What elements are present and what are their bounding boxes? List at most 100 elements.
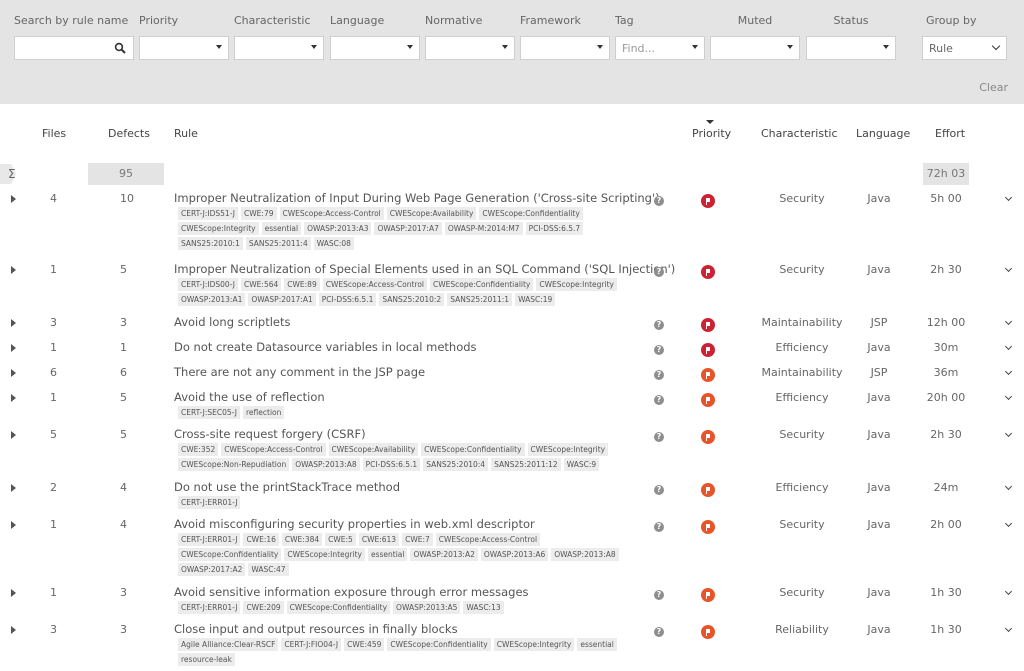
rule-tag[interactable]: Agile Alliance:Clear-RSCF (178, 638, 279, 651)
rule-tag[interactable]: OWASP-M:2014:M7 (444, 222, 523, 235)
col-characteristic[interactable]: Characteristic (761, 127, 838, 140)
rule-tag[interactable]: WASC:13 (463, 601, 504, 614)
rule-tag[interactable]: reflection (243, 406, 285, 419)
rule-title[interactable]: Do not create Datasource variables in lo… (174, 340, 477, 354)
help-icon[interactable]: ? (654, 370, 664, 380)
help-icon[interactable]: ? (654, 320, 664, 330)
chevron-down-icon[interactable] (1004, 624, 1013, 633)
chevron-down-icon[interactable] (1004, 193, 1013, 202)
table-row[interactable]: 6 6 There are not any comment in the JSP p… (0, 363, 1024, 383)
expand-arrow-icon[interactable] (11, 589, 16, 597)
rule-tag[interactable]: OWASP:2013:A2 (410, 548, 478, 561)
rule-tag[interactable]: SANS25:2010:1 (178, 237, 243, 250)
rule-tag[interactable]: CERT-J:SEC05-J (178, 406, 241, 419)
expand-arrow-icon[interactable] (11, 369, 16, 377)
rule-title[interactable]: Avoid the use of reflection (174, 390, 325, 404)
chevron-down-icon[interactable] (1004, 429, 1013, 438)
rule-tag[interactable]: essential (367, 548, 408, 561)
rule-tag[interactable]: CWEScope:Integrity (178, 222, 259, 235)
muted-select[interactable] (710, 36, 800, 60)
help-icon[interactable]: ? (654, 395, 664, 405)
rule-tag[interactable]: PCI-DSS:6.5.1 (318, 293, 377, 306)
expand-arrow-icon[interactable] (11, 431, 16, 439)
rule-tag[interactable]: resource-leak (178, 653, 235, 666)
rule-tag[interactable]: CWE:613 (358, 533, 400, 546)
rule-tag[interactable]: essential (261, 222, 302, 235)
rule-tag[interactable]: OWASP:2013:A3 (304, 222, 372, 235)
rule-tag[interactable]: CWEScope:Confidentiality (430, 278, 534, 291)
rule-tag[interactable]: essential (577, 638, 617, 651)
rule-tag[interactable]: CWEScope:Confidentiality (421, 443, 525, 456)
rule-tag[interactable]: CERT-J:IDS51-J (178, 207, 239, 220)
tag-select[interactable]: Find... (615, 36, 705, 60)
rule-tag[interactable]: OWASP:2013:A5 (393, 601, 461, 614)
rule-tag[interactable]: PCI-DSS:6.5.7 (525, 222, 584, 235)
rule-tag[interactable]: WASC:9 (563, 458, 600, 471)
search-icon[interactable] (114, 42, 126, 54)
chevron-down-icon[interactable] (1004, 317, 1013, 326)
expand-arrow-icon[interactable] (11, 266, 16, 274)
rule-tag[interactable]: OWASP:2013:A8 (292, 458, 360, 471)
rule-tag[interactable]: WASC:08 (313, 237, 354, 250)
chevron-down-icon[interactable] (1004, 367, 1013, 376)
priority-select[interactable] (139, 36, 229, 60)
chevron-down-icon[interactable] (1004, 587, 1013, 596)
group-by-select[interactable]: Rule (922, 36, 1007, 60)
chevron-down-icon[interactable] (1004, 264, 1013, 273)
rule-tag[interactable]: CWE:16 (243, 533, 279, 546)
rule-tag[interactable]: CWEScope:Integrity (527, 443, 609, 456)
expand-arrow-icon[interactable] (11, 195, 16, 203)
rule-tag[interactable]: CWEScope:Integrity (284, 548, 365, 561)
rule-tag[interactable]: OWASP:2017:A2 (178, 563, 246, 576)
help-icon[interactable]: ? (654, 345, 664, 355)
rule-title[interactable]: Close input and output resources in fina… (174, 622, 458, 636)
rule-tag[interactable]: CWEScope:Access-Control (435, 533, 541, 546)
rule-title[interactable]: Avoid long scriptlets (174, 315, 290, 329)
col-files[interactable]: Files (42, 127, 66, 140)
rule-tag[interactable]: CWE:7 (402, 533, 433, 546)
chevron-down-icon[interactable] (1004, 519, 1013, 528)
rule-tag[interactable]: OWASP:2017:A7 (374, 222, 442, 235)
search-input[interactable] (14, 36, 134, 60)
rule-tag[interactable]: SANS25:2010:4 (423, 458, 489, 471)
expand-arrow-icon[interactable] (11, 394, 16, 402)
chevron-down-icon[interactable] (1004, 392, 1013, 401)
help-icon[interactable]: ? (654, 522, 664, 532)
table-row[interactable]: 1 5 Improper Neutralization of Special Ele… (0, 260, 1024, 306)
chevron-down-icon[interactable] (1004, 482, 1013, 491)
expand-arrow-icon[interactable] (11, 319, 16, 327)
rule-tag[interactable]: CERT-J:FIO04-J (281, 638, 342, 651)
help-icon[interactable]: ? (654, 267, 664, 277)
rule-tag[interactable]: CWEScope:Access-Control (279, 207, 384, 220)
help-icon[interactable]: ? (654, 432, 664, 442)
status-select[interactable] (806, 36, 896, 60)
table-row[interactable]: 1 3 Avoid sensitive information exposure t… (0, 583, 1024, 614)
rule-tag[interactable]: WASC:19 (515, 293, 556, 306)
rule-tag[interactable]: SANS25:2010:2 (379, 293, 445, 306)
rule-title[interactable]: Cross-site request forgery (CSRF) (174, 427, 366, 441)
rule-tag[interactable]: CWEScope:Availability (328, 443, 419, 456)
table-row[interactable]: 1 4 Avoid misconfiguring security properti… (0, 515, 1024, 576)
expand-arrow-icon[interactable] (11, 626, 16, 634)
rule-tag[interactable]: CWEScope:Access-Control (322, 278, 427, 291)
rule-tag[interactable]: CWE:459 (344, 638, 385, 651)
rule-tag[interactable]: CERT-J:ERR01-J (178, 496, 241, 509)
rule-tag[interactable]: SANS25:2011:12 (491, 458, 561, 471)
table-row[interactable]: 4 10 Improper Neutralization of Input Duri… (0, 189, 1024, 250)
rule-tag[interactable]: CWE:384 (281, 533, 323, 546)
table-row[interactable]: 2 4 Do not use the printStackTrace method C… (0, 478, 1024, 509)
expand-arrow-icon[interactable] (11, 484, 16, 492)
rule-tag[interactable]: CWEScope:Availability (386, 207, 477, 220)
chevron-down-icon[interactable] (1004, 342, 1013, 351)
rule-tag[interactable]: CWEScope:Non-Repudiation (178, 458, 290, 471)
language-select[interactable] (330, 36, 420, 60)
rule-tag[interactable]: CWE:564 (241, 278, 282, 291)
rule-title[interactable]: There are not any comment in the JSP pag… (174, 365, 425, 379)
rule-tag[interactable]: PCI-DSS:6.5.1 (362, 458, 421, 471)
rule-tag[interactable]: CWEScope:Confidentiality (178, 548, 282, 561)
help-icon[interactable]: ? (654, 485, 664, 495)
rule-tag[interactable]: CWE:209 (243, 601, 284, 614)
framework-select[interactable] (520, 36, 610, 60)
rule-tag[interactable]: CWE:5 (325, 533, 356, 546)
help-icon[interactable]: ? (654, 627, 664, 637)
